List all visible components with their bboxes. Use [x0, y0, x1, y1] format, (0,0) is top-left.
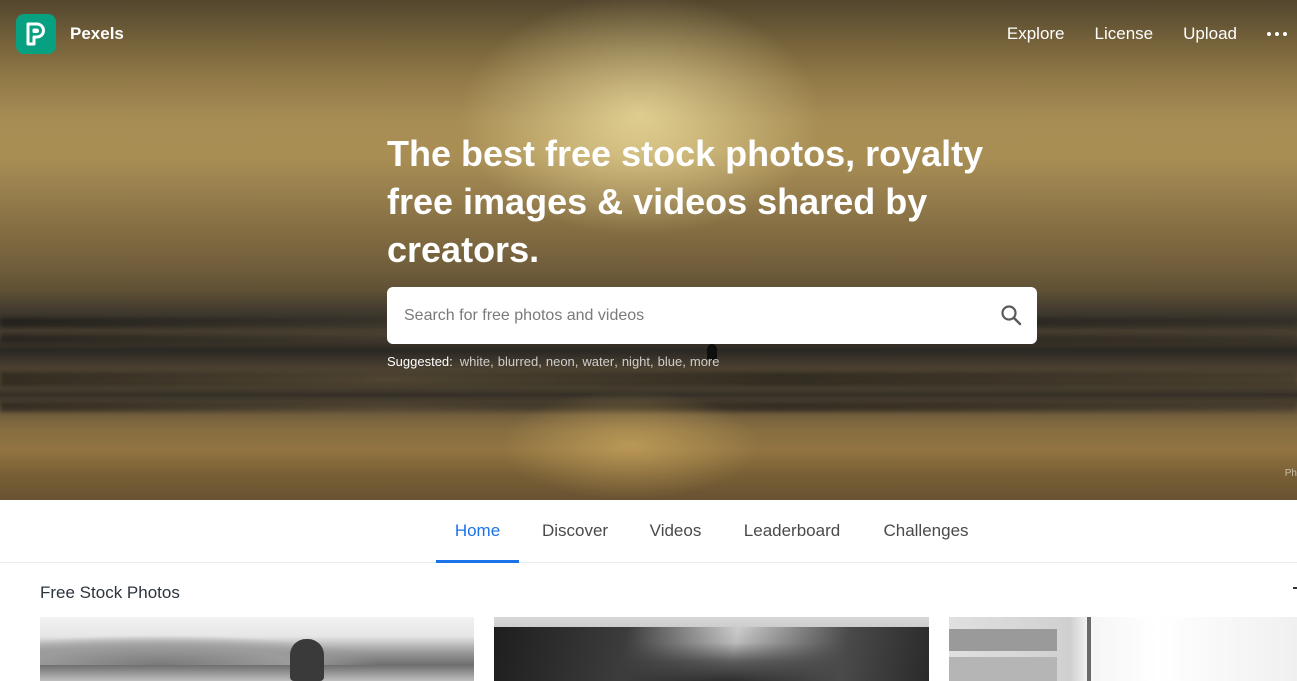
search-input[interactable] — [387, 287, 977, 344]
tag-separator: , — [614, 354, 618, 369]
photo-trees — [494, 627, 929, 681]
search-icon[interactable] — [999, 303, 1023, 327]
section-title: Free Stock Photos — [40, 583, 180, 602]
tag-separator: , — [682, 354, 686, 369]
suggested-tag-night[interactable]: night — [622, 354, 650, 369]
search-bar — [387, 287, 1037, 344]
tab-discover[interactable]: Discover — [531, 500, 619, 562]
tab-challenges[interactable]: Challenges — [872, 500, 980, 562]
more-dot — [1267, 32, 1271, 36]
photo-shape — [1087, 617, 1091, 681]
pexels-logo-glyph — [26, 22, 45, 46]
suggested-tag-more[interactable]: more — [690, 354, 720, 369]
top-navigation: Explore License Upload — [1007, 22, 1297, 46]
tag-separator: , — [490, 354, 494, 369]
tab-leaderboard[interactable]: Leaderboard — [732, 500, 852, 562]
nav-license[interactable]: License — [1095, 24, 1154, 44]
tab-videos[interactable]: Videos — [638, 500, 713, 562]
photo-person — [290, 639, 324, 681]
more-horizontal-icon[interactable] — [1267, 32, 1287, 36]
suggested-label: Suggested: — [387, 354, 453, 369]
photo-credit[interactable]: Ph — [1285, 468, 1297, 479]
nav-explore[interactable]: Explore — [1007, 24, 1065, 44]
photo-card[interactable] — [494, 617, 929, 681]
nav-upload[interactable]: Upload — [1183, 24, 1237, 44]
photo-card[interactable] — [949, 617, 1297, 681]
photo-hill — [40, 635, 474, 665]
suggested-searches: Suggested: white, blurred, neon, water, … — [387, 354, 719, 369]
hero-headline: The best free stock photos, royalty free… — [387, 133, 984, 270]
tag-separator: , — [650, 354, 654, 369]
tag-separator: , — [538, 354, 542, 369]
photo-card[interactable] — [40, 617, 474, 681]
photo-shape — [949, 657, 1057, 681]
more-dot — [1275, 32, 1279, 36]
main-tabs: Home Discover Videos Leaderboard Challen… — [0, 500, 1297, 563]
brand-name[interactable]: Pexels — [70, 24, 124, 44]
tab-home[interactable]: Home — [436, 500, 519, 563]
suggested-tag-water[interactable]: water — [582, 354, 614, 369]
edge-marker — [1293, 587, 1297, 589]
suggested-tag-blue[interactable]: blue — [658, 354, 683, 369]
tag-separator: , — [574, 354, 579, 369]
suggested-tag-blurred[interactable]: blurred — [498, 354, 538, 369]
more-dot — [1283, 32, 1287, 36]
suggested-tag-neon[interactable]: neon — [546, 354, 575, 369]
suggested-tag-white[interactable]: white — [460, 354, 490, 369]
photo-shape — [949, 629, 1057, 651]
pexels-logo-icon[interactable] — [16, 14, 56, 54]
